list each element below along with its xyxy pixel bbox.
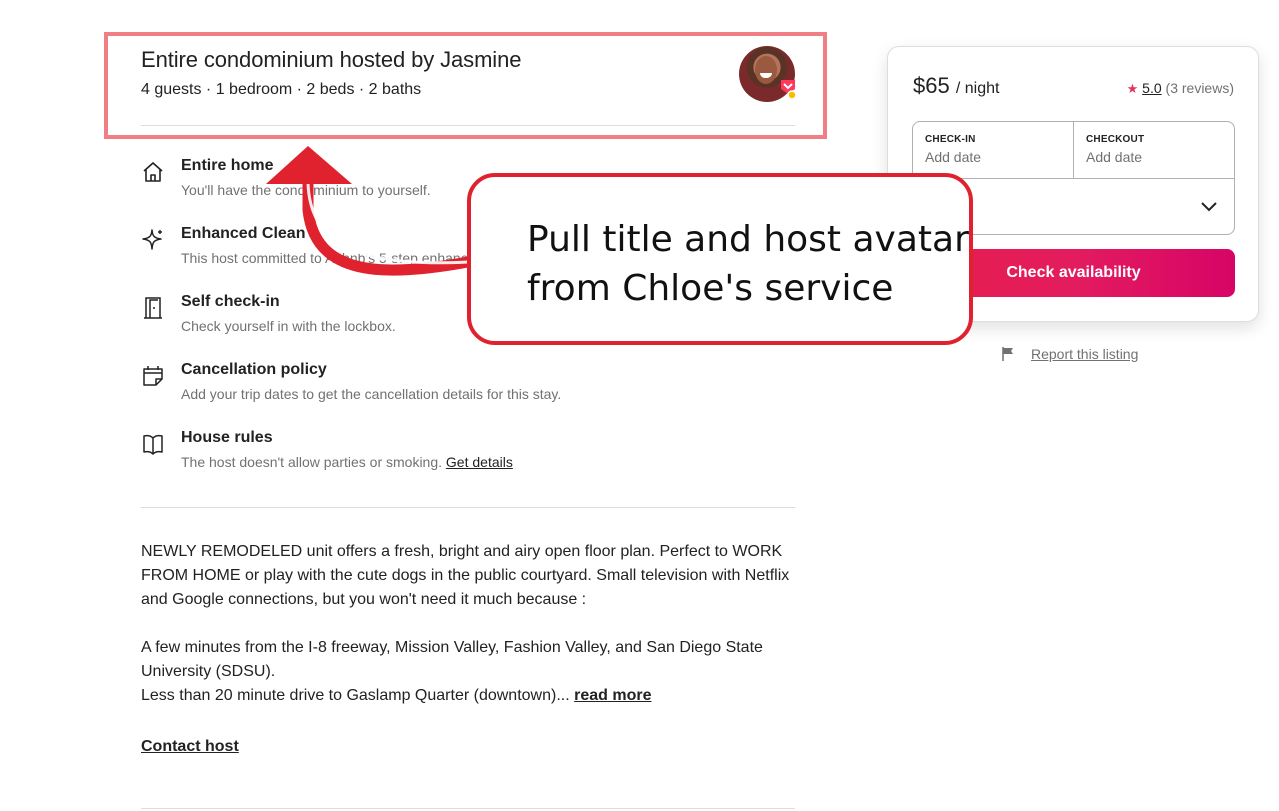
sparkle-icon (142, 229, 162, 250)
door-icon (144, 297, 162, 319)
listing-description: NEWLY REMODELED unit offers a fresh, bri… (141, 540, 795, 708)
description-paragraph: A few minutes from the I-8 freeway, Miss… (141, 639, 763, 680)
checkout-value: Add date (1086, 149, 1143, 165)
report-listing-link[interactable]: Report this listing (1031, 346, 1138, 362)
annotation-line: from Chloe's service (527, 268, 894, 309)
feature-desc: Add your trip dates to get the cancellat… (181, 386, 562, 402)
contact-host-link[interactable]: Contact host (141, 738, 239, 756)
feature-title: Entire home (181, 157, 274, 174)
calendar-icon (143, 366, 163, 386)
price-amount: $65 (913, 73, 950, 98)
feature-title: Self check-in (181, 293, 280, 310)
feature-house-rules: House rules The host doesn't allow parti… (141, 429, 795, 477)
annotation-line: Pull title and host avatar (527, 219, 969, 260)
feature-desc-text: The host doesn't allow parties or smokin… (181, 454, 443, 470)
chevron-down-icon (1201, 202, 1217, 212)
description-paragraph: NEWLY REMODELED unit offers a fresh, bri… (141, 543, 790, 608)
description-paragraph: Less than 20 minute drive to Gaslamp Qua… (141, 684, 795, 708)
price-unit: / night (955, 80, 1000, 97)
feature-desc: Check yourself in with the lockbox. (181, 318, 396, 334)
description-text: Less than 20 minute drive to Gaslamp Qua… (141, 687, 570, 704)
read-more-link[interactable]: read more (574, 687, 651, 704)
home-icon (143, 162, 163, 182)
feature-title: Enhanced Clean (181, 225, 306, 242)
checkout-field[interactable]: CHECKOUT Add date (1074, 122, 1234, 178)
checkin-label: CHECK-IN (925, 134, 976, 145)
flag-icon (1002, 347, 1013, 361)
price: $65 / night (913, 73, 999, 99)
book-icon (143, 434, 163, 455)
section-divider (141, 507, 795, 508)
star-icon: ★ (1126, 81, 1139, 96)
feature-cancellation: Cancellation policy Add your trip dates … (141, 361, 795, 409)
review-count: (3 reviews) (1165, 80, 1234, 96)
rating-score[interactable]: 5.0 (1142, 80, 1161, 96)
highlight-box (104, 32, 827, 139)
get-details-link[interactable]: Get details (446, 454, 513, 470)
annotation-text: Pull title and host avatar from Chloe's … (527, 215, 969, 313)
checkin-value: Add date (925, 149, 982, 165)
feature-desc: The host doesn't allow parties or smokin… (181, 454, 513, 470)
feature-title: House rules (181, 429, 273, 446)
rating: ★ 5.0 (3 reviews) (1127, 80, 1234, 97)
annotation-callout: Pull title and host avatar from Chloe's … (467, 173, 973, 345)
feature-title: Cancellation policy (181, 361, 327, 378)
feature-desc: You'll have the condominium to yourself. (181, 182, 431, 198)
section-divider (141, 808, 795, 809)
checkin-field[interactable]: CHECK-IN Add date (913, 122, 1074, 178)
checkout-label: CHECKOUT (1086, 134, 1145, 145)
